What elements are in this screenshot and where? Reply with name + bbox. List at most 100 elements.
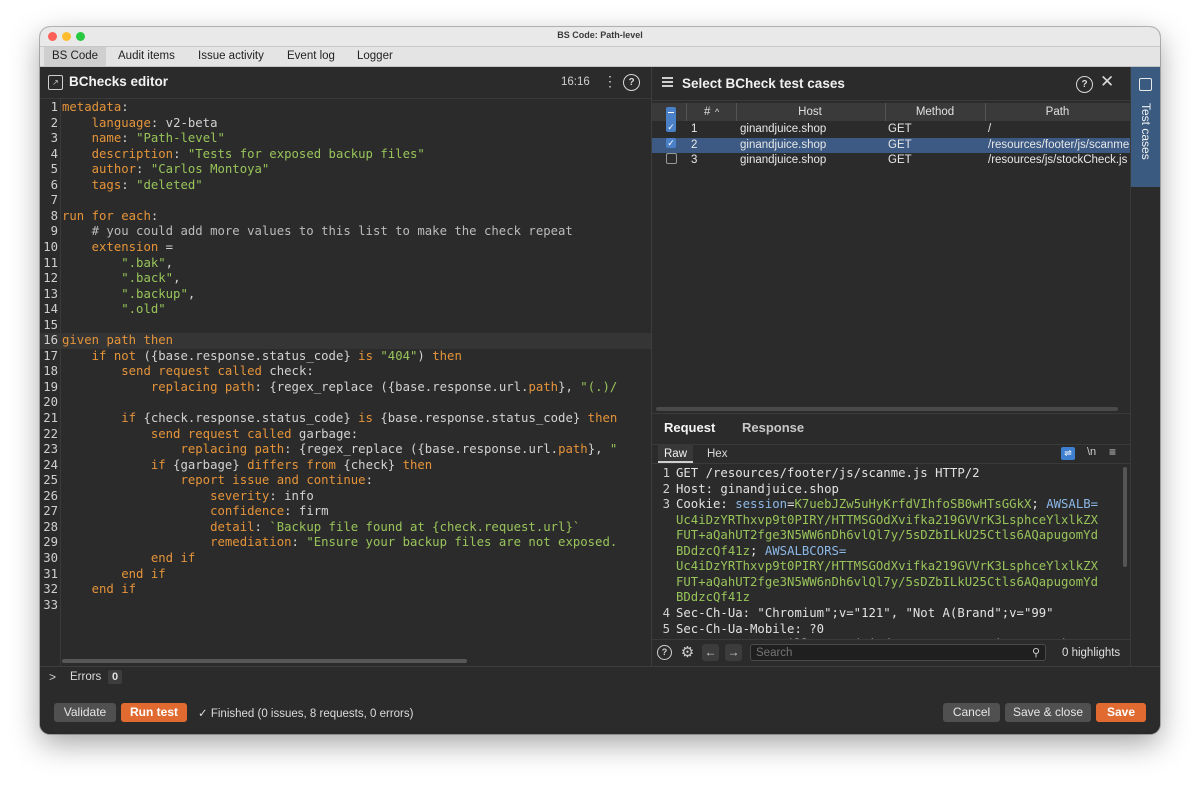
previous-match-button[interactable]: ←	[702, 644, 719, 661]
validate-button[interactable]: Validate	[54, 703, 116, 722]
code-line[interactable]: 11 ".bak",	[40, 256, 651, 272]
message-text: Sec-Ch-Ua-Mobile: ?0	[676, 621, 825, 636]
code-line[interactable]: 12 ".back",	[40, 271, 651, 287]
column-header-host[interactable]: Host	[736, 103, 884, 121]
save-button[interactable]: Save	[1096, 703, 1146, 722]
code-line[interactable]: 13 ".backup",	[40, 287, 651, 303]
run-test-button[interactable]: Run test	[121, 703, 187, 722]
code-text: author: "Carlos Montoya"	[91, 162, 270, 177]
code-line[interactable]: 1 metadata:	[40, 100, 651, 116]
code-line[interactable]: 15	[40, 318, 651, 334]
search-help-icon[interactable]: ?	[657, 645, 672, 660]
tab-hex[interactable]: Hex	[701, 444, 733, 463]
next-match-button[interactable]: →	[725, 644, 742, 661]
line-number: 5	[662, 621, 670, 636]
code-line[interactable]: 18 send request called check:	[40, 364, 651, 380]
editor-help-icon[interactable]: ?	[623, 74, 640, 91]
code-line[interactable]: 4 description: "Tests for exposed backup…	[40, 147, 651, 163]
code-line[interactable]: 22 send request called garbage:	[40, 427, 651, 443]
side-tab-test-cases[interactable]: Test cases	[1131, 67, 1160, 187]
code-line[interactable]: 20	[40, 395, 651, 411]
raw-request-view[interactable]: 1 GET /resources/footer/js/scanme.js HTTP…	[652, 464, 1130, 665]
test-cases-help-icon[interactable]: ?	[1076, 76, 1093, 93]
code-line[interactable]: 9 # you could add more values to this li…	[40, 224, 651, 240]
row-checkbox[interactable]: ✓	[666, 122, 676, 132]
table-row[interactable]: ✓ 2 ginandjuice.shop GET/resources/footer/j…	[652, 137, 1130, 153]
code-line[interactable]: 27 confidence: firm	[40, 504, 651, 520]
message-line: Uc4iDzYRThxvp9t0PIRY/HTTMSGOdXvifka219GV…	[652, 559, 1130, 575]
chevron-right-icon[interactable]: >	[49, 670, 56, 684]
gear-icon[interactable]: ⚙	[680, 645, 695, 660]
code-line[interactable]: 17 if not ({base.response.status_code} i…	[40, 349, 651, 365]
code-line[interactable]: 28 detail: `Backup file found at {check.…	[40, 520, 651, 536]
search-input[interactable]	[750, 644, 1046, 661]
code-line[interactable]: 26 severity: info	[40, 489, 651, 505]
column-header-number[interactable]: #	[704, 103, 710, 121]
code-line[interactable]: 31 end if	[40, 567, 651, 583]
word-wrap-icon[interactable]: ⇌	[1061, 447, 1075, 460]
code-line[interactable]: 3 name: "Path-level"	[40, 131, 651, 147]
code-line[interactable]: 6 tags: "deleted"	[40, 178, 651, 194]
code-text: send request called garbage:	[150, 426, 359, 441]
save-and-close-button[interactable]: Save & close	[1005, 703, 1091, 722]
table-horizontal-scrollbar[interactable]	[656, 407, 1118, 411]
errors-count-badge: 0	[108, 670, 123, 684]
code-line[interactable]: 2 language: v2-beta	[40, 116, 651, 132]
tab-bs-code[interactable]: BS Code	[44, 47, 107, 66]
cell-host: ginandjuice.shop	[740, 154, 827, 166]
code-line[interactable]: 10 extension =	[40, 240, 651, 256]
tab-event-log[interactable]: Event log	[279, 47, 343, 66]
close-icon[interactable]: ✕	[1100, 72, 1114, 92]
cell-path: /resources/footer/js/scanme	[988, 138, 1130, 151]
tab-issue-activity[interactable]: Issue activity	[190, 47, 272, 66]
message-vertical-scrollbar[interactable]	[1123, 467, 1127, 567]
errors-bar[interactable]: > Errors 0	[40, 666, 1160, 689]
code-line[interactable]: 5 author: "Carlos Montoya"	[40, 162, 651, 178]
code-line[interactable]: 19 replacing path: {regex_replace ({base…	[40, 380, 651, 396]
code-text: ".old"	[121, 302, 166, 317]
row-checkbox[interactable]	[666, 153, 677, 164]
code-line[interactable]: 14 ".old"	[40, 302, 651, 318]
code-text: # you could add more values to this list…	[62, 224, 573, 239]
code-line[interactable]: 33	[40, 598, 651, 614]
code-text: tags: "deleted"	[91, 177, 203, 192]
code-line[interactable]: 24 if {garbage} differs from {check} the…	[40, 458, 651, 474]
code-line[interactable]: 7	[40, 193, 651, 209]
tab-audit-items[interactable]: Audit items	[110, 47, 183, 66]
tab-request[interactable]: Request	[664, 420, 715, 435]
message-text: BDdzcQf41z; AWSALBCORS=	[676, 543, 847, 558]
show-newlines-button[interactable]: \n	[1087, 446, 1096, 458]
message-text: FUT+aQahUT2fge3N5WW6nDh6vlQl7y/5sDZbILkU…	[676, 528, 1098, 543]
column-header-method[interactable]: Method	[885, 103, 985, 121]
panel-icon	[1139, 78, 1152, 91]
errors-label: Errors	[70, 671, 102, 683]
code-line[interactable]: 21 if {check.response.status_code} is {b…	[40, 411, 651, 427]
line-number: 25	[43, 473, 58, 488]
bottom-action-bar: Validate Run test ✓ Finished (0 issues, …	[40, 688, 1160, 734]
message-menu-icon[interactable]: ≡	[1109, 445, 1116, 459]
code-line[interactable]: 23 replacing path: {regex_replace ({base…	[40, 442, 651, 458]
cancel-button[interactable]: Cancel	[943, 703, 1000, 722]
code-line[interactable]: 32 end if	[40, 582, 651, 598]
table-row[interactable]: ✓ 1 ginandjuice.shop GET /	[652, 122, 1130, 138]
code-line[interactable]: 30 end if	[40, 551, 651, 567]
tab-raw[interactable]: Raw	[658, 444, 694, 463]
table-header: # ^ Host Method Path	[652, 103, 1130, 125]
tab-response[interactable]: Response	[742, 420, 804, 435]
editor-horizontal-scrollbar[interactable]	[62, 659, 467, 663]
message-line: 2 Host: ginandjuice.shop	[652, 482, 1130, 498]
column-header-path[interactable]: Path	[985, 103, 1130, 121]
code-line[interactable]: 8 run for each:	[40, 209, 651, 225]
sort-ascending-icon[interactable]: ^	[715, 103, 719, 121]
tab-logger[interactable]: Logger	[349, 47, 401, 66]
more-options-icon[interactable]: ⋮	[603, 73, 617, 90]
code-line[interactable]: 25 report issue and continue:	[40, 473, 651, 489]
code-line[interactable]: 29 remediation: "Ensure your backup file…	[40, 535, 651, 551]
code-text: detail: `Backup file found at {check.req…	[210, 519, 581, 534]
table-row[interactable]: 3 ginandjuice.shop GET/resources/js/stockC…	[652, 153, 1130, 169]
row-checkbox[interactable]: ✓	[666, 137, 676, 148]
message-line: FUT+aQahUT2fge3N5WW6nDh6vlQl7y/5sDZbILkU…	[652, 528, 1130, 544]
code-editor[interactable]: 1 metadata: 2 language: v2-beta 3 name: "Pa…	[40, 99, 651, 666]
code-line[interactable]: 16 given path then	[40, 333, 651, 349]
code-text: description: "Tests for exposed backup f…	[91, 146, 425, 161]
